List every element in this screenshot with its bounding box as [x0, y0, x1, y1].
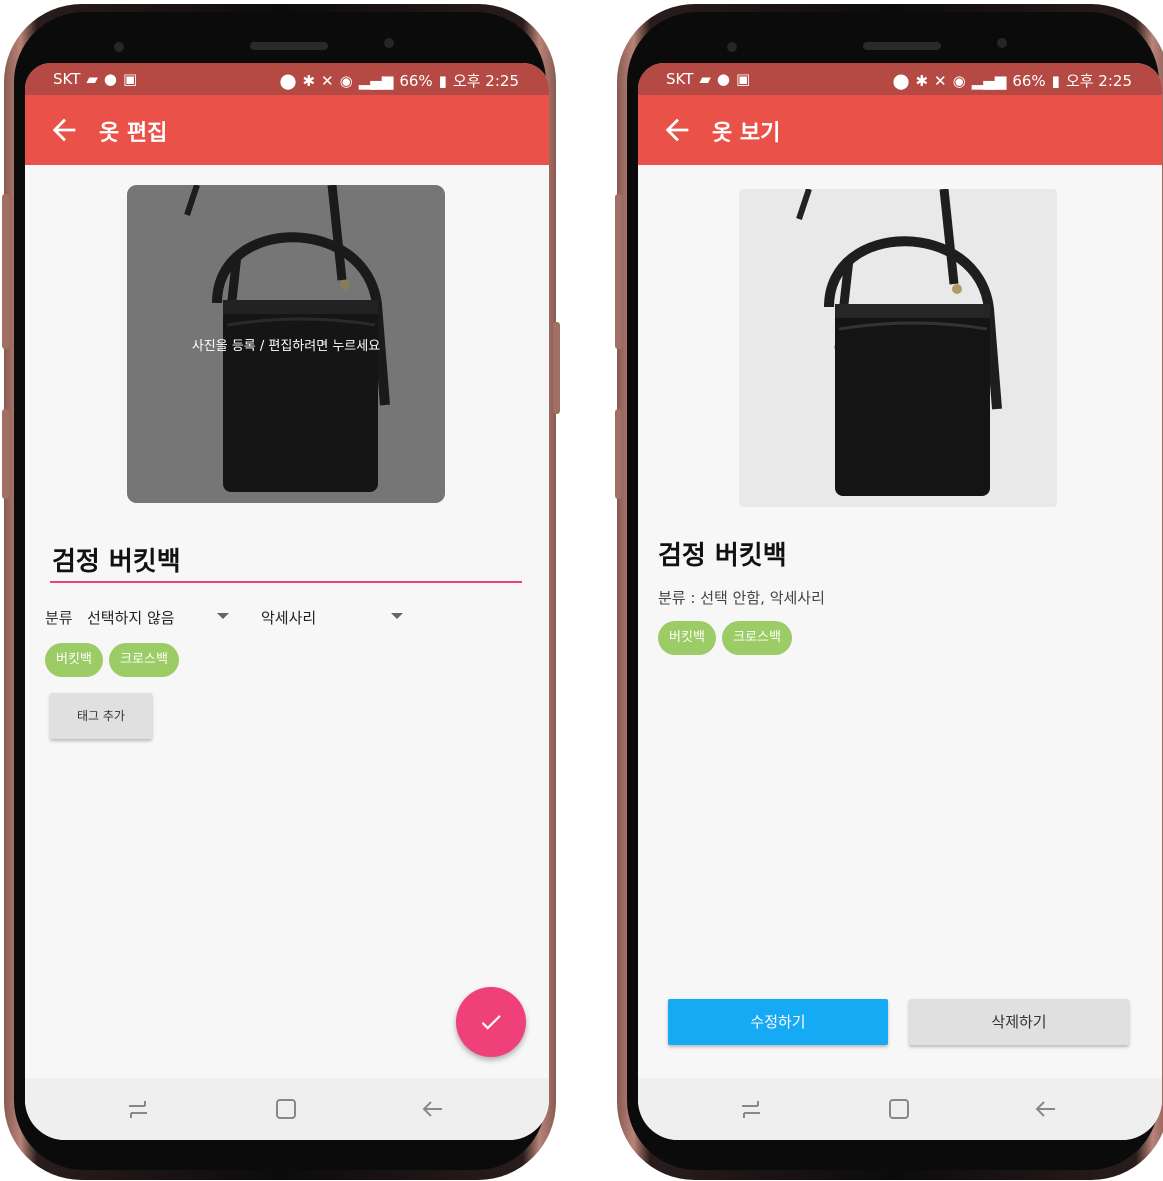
alarm-icon: ◉	[952, 71, 966, 90]
system-nav-bar	[638, 1078, 1162, 1140]
photo-hint: 사진을 등록 / 편집하려면 누르세요	[191, 339, 381, 354]
earpiece-speaker	[250, 42, 328, 50]
battery-icon: ▮	[438, 71, 447, 90]
bluetooth-icon: ✱	[302, 71, 316, 90]
home-icon[interactable]	[886, 1096, 912, 1122]
dropdown-1-value: 선택하지 않음	[87, 609, 175, 627]
save-fab[interactable]	[456, 987, 526, 1057]
edit-button[interactable]: 수정하기	[668, 999, 888, 1045]
category-dropdown-1[interactable]: 선택하지 않음	[87, 603, 237, 629]
recent-apps-icon[interactable]	[738, 1096, 764, 1122]
photo-picker[interactable]: 사진을 등록 / 편집하려면 누르세요	[127, 185, 445, 503]
gallery-icon: ▣	[736, 70, 751, 88]
system-nav-bar	[25, 1078, 549, 1140]
app-bar: 옷 보기	[638, 95, 1162, 165]
delete-button[interactable]: 삭제하기	[909, 999, 1129, 1045]
volume-up-button	[615, 194, 622, 349]
tag-chip[interactable]: 버킷백	[45, 643, 103, 677]
mute-icon: ✕	[321, 71, 334, 90]
power-button	[553, 322, 560, 414]
message-icon: ▰	[86, 70, 98, 88]
carrier-label: SKT	[53, 70, 81, 88]
location-icon: ⬤	[892, 71, 910, 90]
bag-image	[739, 189, 1057, 507]
volume-down-button	[615, 409, 622, 499]
battery-level: 66%	[1012, 71, 1046, 90]
screen-edit: SKT ▰ ● ▣ ⬤ ✱ ✕ ◉ ▂▄▆ 66% ▮ 오후 2:25 옷 편집	[25, 63, 549, 1140]
app-bar: 옷 편집	[25, 95, 549, 165]
battery-level: 66%	[399, 71, 433, 90]
signal-icon: ▂▄▆	[971, 71, 1007, 90]
chat-icon: ●	[716, 70, 730, 88]
back-nav-icon[interactable]	[1033, 1096, 1059, 1122]
battery-icon: ▮	[1051, 71, 1060, 90]
category-dropdown-2[interactable]: 악세사리	[261, 603, 411, 629]
mute-icon: ✕	[934, 71, 947, 90]
front-camera	[384, 38, 394, 48]
clock: 오후 2:25	[452, 72, 519, 90]
gallery-icon: ▣	[123, 70, 138, 88]
tag-chip[interactable]: 크로스백	[109, 643, 179, 677]
phone-frame-edit: SKT ▰ ● ▣ ⬤ ✱ ✕ ◉ ▂▄▆ 66% ▮ 오후 2:25 옷 편집	[2, 4, 560, 1180]
volume-up-button	[2, 194, 9, 349]
page-title: 옷 보기	[712, 121, 781, 146]
chevron-down-icon	[391, 613, 403, 619]
bluetooth-icon: ✱	[915, 71, 929, 90]
chevron-down-icon	[217, 613, 229, 619]
page-title: 옷 편집	[99, 121, 168, 146]
arrow-left-icon[interactable]	[47, 113, 81, 147]
arrow-left-icon[interactable]	[660, 113, 694, 147]
recent-apps-icon[interactable]	[125, 1096, 151, 1122]
front-camera	[997, 38, 1007, 48]
message-icon: ▰	[699, 70, 711, 88]
category-text: 분류 : 선택 안함, 악세사리	[658, 589, 825, 607]
check-icon	[481, 1015, 501, 1030]
name-field[interactable]: 검정 버킷백	[50, 539, 522, 583]
category-label: 분류	[45, 609, 73, 627]
proximity-sensor	[727, 42, 737, 52]
add-tag-button[interactable]: 태그 추가	[50, 693, 152, 739]
carrier-label: SKT	[666, 70, 694, 88]
status-bar: SKT ▰ ● ▣ ⬤ ✱ ✕ ◉ ▂▄▆ 66% ▮ 오후 2:25	[25, 63, 549, 95]
location-icon: ⬤	[279, 71, 297, 90]
tag-chip: 크로스백	[722, 621, 792, 655]
name-input-value: 검정 버킷백	[52, 547, 181, 577]
tag-chip: 버킷백	[658, 621, 716, 655]
item-name: 검정 버킷백	[658, 541, 787, 571]
phone-frame-view: SKT ▰ ● ▣ ⬤ ✱ ✕ ◉ ▂▄▆ 66% ▮ 오후 2:25 옷 보기	[615, 4, 1163, 1180]
item-photo	[739, 189, 1057, 507]
earpiece-speaker	[863, 42, 941, 50]
proximity-sensor	[114, 42, 124, 52]
dropdown-2-value: 악세사리	[261, 609, 317, 627]
home-icon[interactable]	[273, 1096, 299, 1122]
status-bar: SKT ▰ ● ▣ ⬤ ✱ ✕ ◉ ▂▄▆ 66% ▮ 오후 2:25	[638, 63, 1162, 95]
signal-icon: ▂▄▆	[358, 71, 394, 90]
volume-down-button	[2, 409, 9, 499]
clock: 오후 2:25	[1065, 72, 1132, 90]
alarm-icon: ◉	[339, 71, 353, 90]
back-nav-icon[interactable]	[420, 1096, 446, 1122]
screen-view: SKT ▰ ● ▣ ⬤ ✱ ✕ ◉ ▂▄▆ 66% ▮ 오후 2:25 옷 보기	[638, 63, 1162, 1140]
chat-icon: ●	[103, 70, 117, 88]
